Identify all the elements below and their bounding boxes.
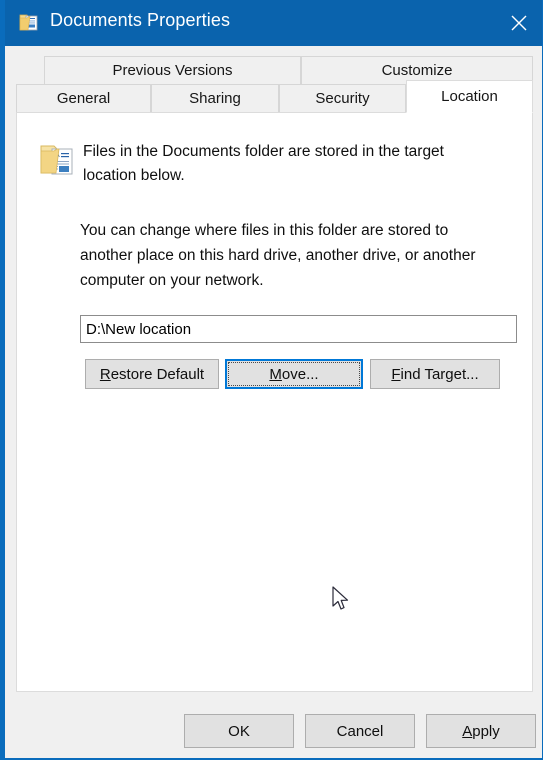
tab-location[interactable]: Location xyxy=(406,80,533,113)
move-label: ove... xyxy=(281,365,319,383)
tab-label: Location xyxy=(441,88,498,105)
ok-button[interactable]: OK xyxy=(184,714,294,748)
tab-row-bottom: General Sharing Security Location xyxy=(16,80,533,113)
properties-dialog: Documents Properties Previous Versions C… xyxy=(0,0,543,760)
move-accel: M xyxy=(269,365,282,383)
tab-sharing[interactable]: Sharing xyxy=(151,84,279,113)
tab-label: Security xyxy=(315,90,370,107)
tab-label: General xyxy=(56,90,111,107)
location-path-input[interactable] xyxy=(80,315,517,343)
apply-label: pply xyxy=(472,722,500,740)
tab-general[interactable]: General xyxy=(16,84,151,113)
find-target-label: ind Target... xyxy=(400,365,479,383)
find-target-accel: F xyxy=(391,365,401,383)
close-icon[interactable] xyxy=(495,0,542,46)
tab-security[interactable]: Security xyxy=(279,84,406,113)
restore-default-accel: R xyxy=(99,365,111,383)
tab-label: Previous Versions xyxy=(112,62,233,79)
tab-strip: Previous Versions Customize General Shar… xyxy=(16,56,533,113)
apply-accel: A xyxy=(462,722,473,740)
window-title: Documents Properties xyxy=(50,10,231,30)
documents-folder-icon xyxy=(19,11,41,33)
tab-previous-versions[interactable]: Previous Versions xyxy=(44,56,301,85)
restore-default-label: estore Default xyxy=(110,365,205,383)
tab-label: Sharing xyxy=(189,90,241,107)
tab-label: Customize xyxy=(381,62,453,79)
folder-document-icon: A xyxy=(39,140,77,178)
cancel-label: Cancel xyxy=(336,722,384,740)
move-button[interactable]: Move... xyxy=(225,359,363,389)
ok-label: OK xyxy=(228,722,250,740)
info-text: Files in the Documents folder are stored… xyxy=(83,143,444,184)
find-target-button[interactable]: Find Target... xyxy=(370,359,500,389)
title-bar: Documents Properties xyxy=(5,0,542,46)
restore-default-button[interactable]: Restore Default xyxy=(85,359,219,389)
location-tab-panel: A Files in the Documents folder are stor… xyxy=(16,112,533,692)
apply-button[interactable]: Apply xyxy=(426,714,536,748)
cancel-button[interactable]: Cancel xyxy=(305,714,415,748)
description-text: You can change where files in this folde… xyxy=(80,222,476,289)
